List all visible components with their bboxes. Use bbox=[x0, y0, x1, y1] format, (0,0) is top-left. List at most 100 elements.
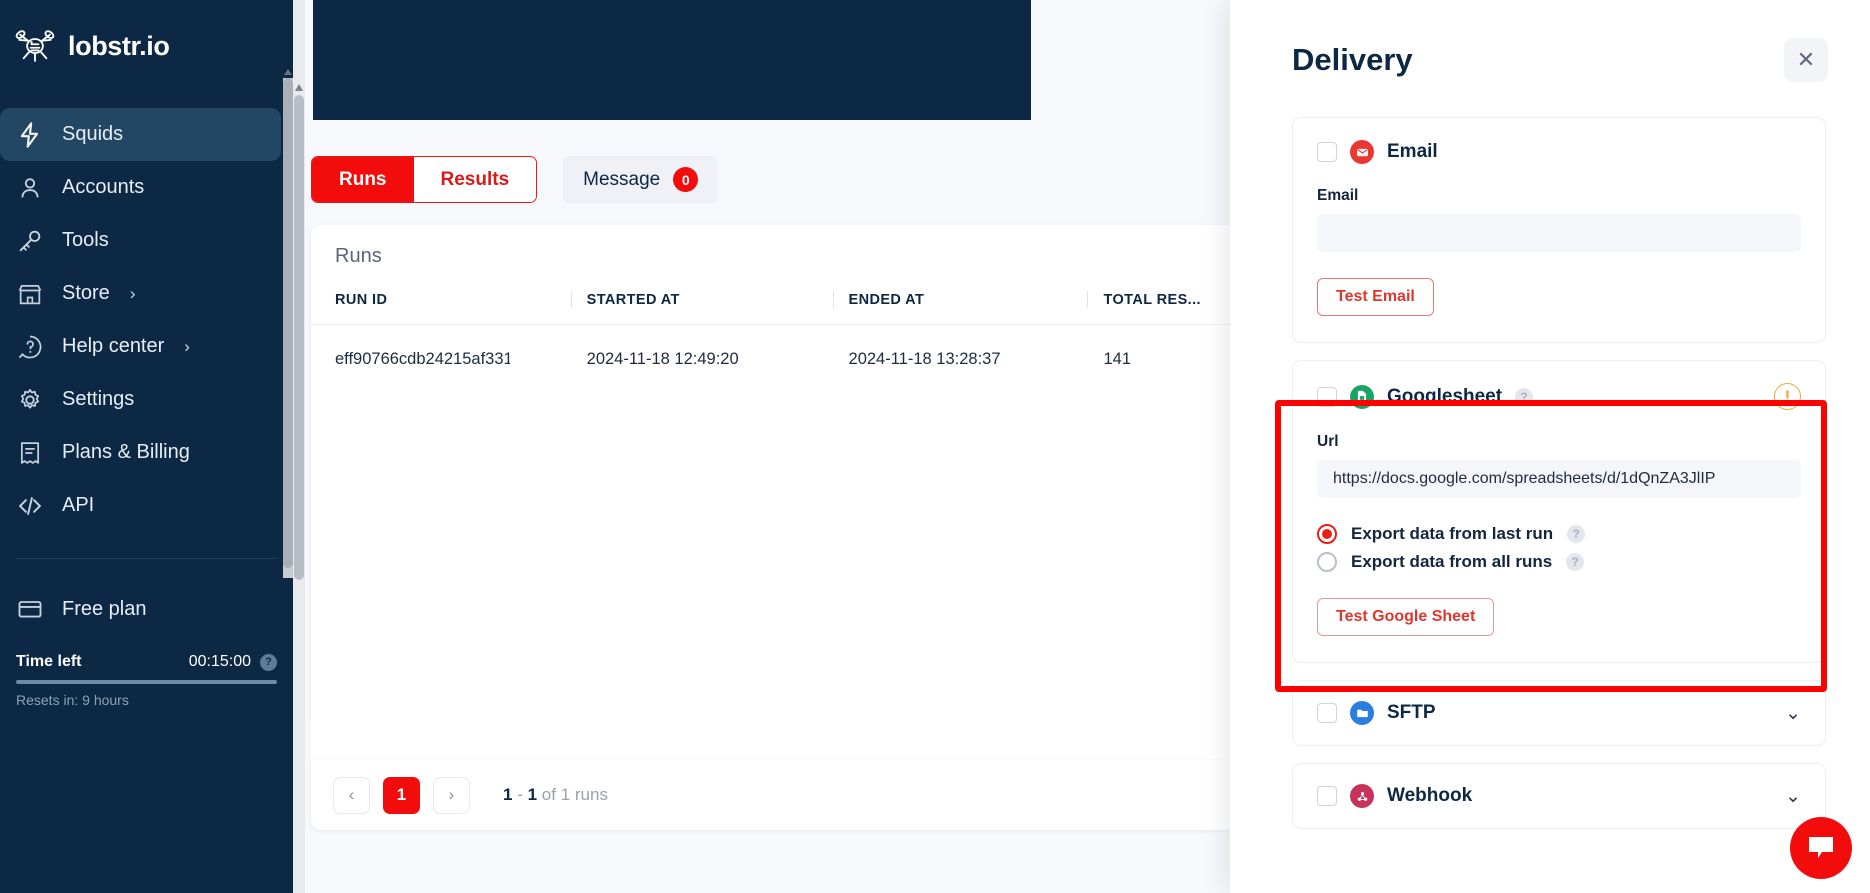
test-email-button[interactable]: Test Email bbox=[1317, 278, 1434, 316]
email-input[interactable] bbox=[1317, 214, 1801, 252]
radio-indicator[interactable] bbox=[1317, 552, 1337, 572]
pagination-prev-button[interactable]: ‹ bbox=[333, 777, 370, 814]
chat-bubble-icon[interactable] bbox=[1790, 817, 1852, 879]
googlesheet-url-input[interactable] bbox=[1317, 460, 1801, 498]
googlesheet-url-label: Url bbox=[1317, 433, 1801, 451]
sidebar-item-accounts[interactable]: Accounts bbox=[0, 161, 281, 214]
scroll-up-arrow-icon[interactable] bbox=[295, 84, 303, 91]
chevron-down-icon[interactable]: ⌄ bbox=[1785, 785, 1801, 808]
sidebar-item-label: Tools bbox=[62, 229, 109, 252]
sidebar-item-label: Accounts bbox=[62, 176, 144, 199]
help-icon[interactable]: ? bbox=[1567, 525, 1585, 543]
sidebar-item-plans-billing[interactable]: Plans & Billing bbox=[0, 426, 281, 479]
sidebar-item-api[interactable]: API bbox=[0, 479, 281, 532]
delivery-section-sftp[interactable]: SFTP ⌄ bbox=[1292, 680, 1826, 746]
col-header-run-id[interactable]: RUN ID bbox=[311, 274, 587, 325]
message-button[interactable]: Message 0 bbox=[563, 156, 718, 203]
sidebar-item-store[interactable]: Store › bbox=[0, 267, 281, 320]
sidebar-item-tools[interactable]: Tools bbox=[0, 214, 281, 267]
tab-results[interactable]: Results bbox=[414, 157, 537, 202]
pagination-of-label: of bbox=[542, 785, 556, 804]
sidebar-item-squids[interactable]: Squids bbox=[0, 108, 281, 161]
googlesheet-section-title: Googlesheet bbox=[1387, 386, 1502, 408]
webhook-checkbox[interactable] bbox=[1317, 786, 1337, 806]
googlesheet-export-mode: Export data from last run ? Export data … bbox=[1317, 524, 1801, 572]
email-field-label: Email bbox=[1317, 187, 1801, 205]
help-icon[interactable]: ? bbox=[1566, 553, 1584, 571]
main-scrollbar[interactable] bbox=[293, 0, 305, 893]
message-label: Message bbox=[583, 169, 660, 191]
radio-export-all-runs[interactable]: Export data from all runs ? bbox=[1317, 552, 1801, 572]
quota-reset-text: Resets in: 9 hours bbox=[16, 692, 277, 708]
close-icon[interactable]: ✕ bbox=[1784, 38, 1828, 82]
sftp-icon bbox=[1350, 701, 1374, 725]
sidebar-item-help-center[interactable]: Help center › bbox=[0, 320, 281, 373]
delivery-panel: Delivery ✕ Email Email Test Email bbox=[1230, 0, 1870, 893]
squid-header-banner bbox=[313, 0, 1031, 120]
gear-icon bbox=[16, 386, 44, 414]
cell-run-id: eff90766cdb24215af3311c bbox=[335, 350, 510, 369]
brand[interactable]: lobstr.io bbox=[0, 0, 293, 74]
plan-label: Free plan bbox=[62, 598, 147, 621]
email-section-title: Email bbox=[1387, 141, 1438, 163]
runs-results-toggle: Runs Results bbox=[311, 156, 537, 203]
radio-label: Export data from all runs bbox=[1351, 552, 1552, 572]
delivery-section-webhook[interactable]: Webhook ⌄ bbox=[1292, 763, 1826, 829]
time-left-label: Time left bbox=[16, 653, 82, 671]
message-count-badge: 0 bbox=[673, 167, 698, 192]
sidebar-item-label: API bbox=[62, 494, 94, 517]
email-checkbox[interactable] bbox=[1317, 142, 1337, 162]
bolt-icon bbox=[16, 121, 44, 149]
email-icon bbox=[1350, 140, 1374, 164]
quota-block: Time left 00:15:00 ? Resets in: 9 hours bbox=[0, 635, 293, 708]
cell-started-at: 2024-11-18 12:49:20 bbox=[587, 325, 849, 395]
radio-label: Export data from last run bbox=[1351, 524, 1553, 544]
time-left-value: 00:15:00 bbox=[189, 653, 251, 671]
user-icon bbox=[16, 174, 44, 202]
chat-bubble-glyph bbox=[1806, 834, 1836, 862]
delivery-sections: Email Email Test Email Googlesheet ? ! bbox=[1230, 82, 1870, 829]
store-icon bbox=[16, 280, 44, 308]
chevron-down-icon[interactable]: ⌄ bbox=[1785, 702, 1801, 725]
scroll-up-arrow-icon[interactable] bbox=[284, 69, 292, 75]
help-icon[interactable]: ? bbox=[1515, 388, 1533, 406]
receipt-icon bbox=[16, 439, 44, 467]
chevron-right-icon: › bbox=[184, 337, 190, 357]
tabs-row: Runs Results Message 0 bbox=[311, 156, 718, 203]
brand-name: lobstr.io bbox=[68, 31, 169, 62]
pagination-range-end: 1 bbox=[528, 785, 537, 804]
tab-runs[interactable]: Runs bbox=[312, 157, 414, 202]
pagination-page-1[interactable]: 1 bbox=[383, 777, 420, 814]
test-google-sheet-button[interactable]: Test Google Sheet bbox=[1317, 598, 1494, 636]
sidebar-item-label: Help center bbox=[62, 335, 164, 358]
col-header-ended-at[interactable]: ENDED AT bbox=[849, 274, 1104, 325]
pagination-next-button[interactable]: › bbox=[433, 777, 470, 814]
pagination-summary: 1 - 1 of 1 runs bbox=[503, 785, 608, 805]
help-icon[interactable]: ? bbox=[260, 654, 277, 671]
key-icon bbox=[16, 227, 44, 255]
sidebar-divider bbox=[16, 558, 277, 559]
delivery-panel-header: Delivery ✕ bbox=[1230, 0, 1870, 82]
col-header-started-at[interactable]: STARTED AT bbox=[587, 274, 849, 325]
googlesheet-icon bbox=[1350, 385, 1374, 409]
radio-indicator[interactable] bbox=[1317, 524, 1337, 544]
webhook-icon bbox=[1350, 784, 1374, 808]
sidebar-plan[interactable]: Free plan bbox=[0, 583, 293, 635]
sftp-checkbox[interactable] bbox=[1317, 703, 1337, 723]
scrollbar-thumb[interactable] bbox=[283, 78, 293, 568]
sidebar: lobstr.io Squids Accounts bbox=[0, 0, 293, 893]
sidebar-scrollbar[interactable] bbox=[283, 78, 293, 578]
googlesheet-checkbox[interactable] bbox=[1317, 387, 1337, 407]
delivery-section-email: Email Email Test Email bbox=[1292, 117, 1826, 343]
pagination-total: 1 runs bbox=[561, 785, 608, 804]
sidebar-item-settings[interactable]: Settings bbox=[0, 373, 281, 426]
sidebar-item-label: Settings bbox=[62, 388, 134, 411]
warning-icon[interactable]: ! bbox=[1774, 383, 1801, 410]
radio-export-last-run[interactable]: Export data from last run ? bbox=[1317, 524, 1801, 544]
scrollbar-thumb[interactable] bbox=[294, 95, 304, 580]
card-icon bbox=[16, 595, 44, 623]
pagination-range-start: 1 bbox=[503, 785, 512, 804]
sidebar-nav: Squids Accounts Tools bbox=[0, 108, 293, 532]
sftp-section-title: SFTP bbox=[1387, 702, 1436, 724]
chevron-right-icon: › bbox=[130, 284, 136, 304]
